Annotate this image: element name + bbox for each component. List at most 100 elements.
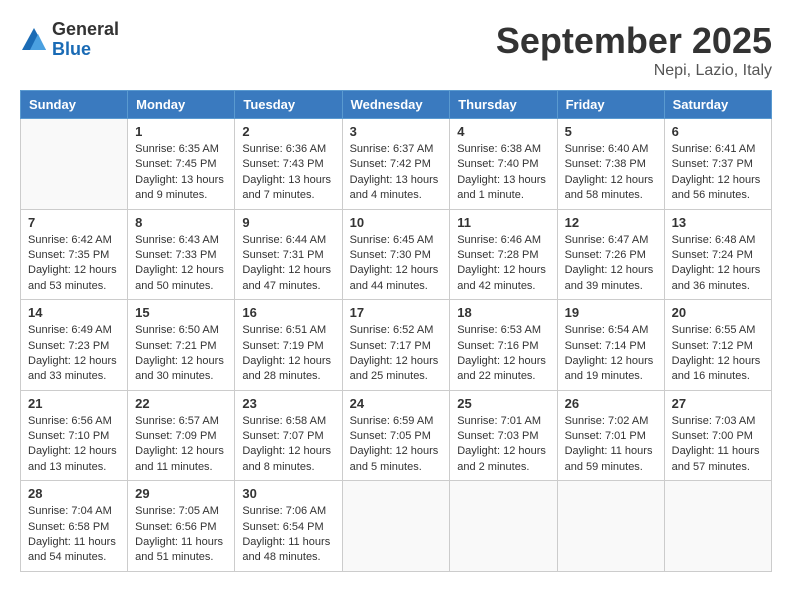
daylight-text: Daylight: 12 hours and 53 minutes.	[28, 263, 120, 294]
sunset-text: Sunset: 7:38 PM	[565, 157, 657, 172]
calendar-day-cell	[21, 119, 128, 210]
sunset-text: Sunset: 7:24 PM	[672, 248, 764, 263]
calendar-day-cell: 30 Sunrise: 7:06 AM Sunset: 6:54 PM Dayl…	[235, 481, 342, 572]
calendar-day-cell: 13 Sunrise: 6:48 AM Sunset: 7:24 PM Dayl…	[664, 209, 771, 300]
calendar-week-row: 28 Sunrise: 7:04 AM Sunset: 6:58 PM Dayl…	[21, 481, 772, 572]
location-title: Nepi, Lazio, Italy	[496, 62, 772, 80]
calendar-day-cell: 11 Sunrise: 6:46 AM Sunset: 7:28 PM Dayl…	[450, 209, 557, 300]
daylight-text: Daylight: 12 hours and 13 minutes.	[28, 444, 120, 475]
day-info: Sunrise: 6:54 AM Sunset: 7:14 PM Dayligh…	[565, 323, 657, 385]
calendar-day-cell: 24 Sunrise: 6:59 AM Sunset: 7:05 PM Dayl…	[342, 390, 450, 481]
sunset-text: Sunset: 7:05 PM	[350, 429, 443, 444]
sunset-text: Sunset: 7:23 PM	[28, 339, 120, 354]
day-info: Sunrise: 6:53 AM Sunset: 7:16 PM Dayligh…	[457, 323, 549, 385]
calendar-day-cell: 3 Sunrise: 6:37 AM Sunset: 7:42 PM Dayli…	[342, 119, 450, 210]
calendar-day-cell: 8 Sunrise: 6:43 AM Sunset: 7:33 PM Dayli…	[128, 209, 235, 300]
daylight-text: Daylight: 12 hours and 39 minutes.	[565, 263, 657, 294]
sunrise-text: Sunrise: 6:40 AM	[565, 142, 657, 157]
day-info: Sunrise: 6:36 AM Sunset: 7:43 PM Dayligh…	[242, 142, 334, 204]
day-info: Sunrise: 6:51 AM Sunset: 7:19 PM Dayligh…	[242, 323, 334, 385]
sunrise-text: Sunrise: 6:51 AM	[242, 323, 334, 338]
daylight-text: Daylight: 13 hours and 1 minute.	[457, 173, 549, 204]
calendar-day-cell: 22 Sunrise: 6:57 AM Sunset: 7:09 PM Dayl…	[128, 390, 235, 481]
sunset-text: Sunset: 6:56 PM	[135, 520, 227, 535]
sunrise-text: Sunrise: 6:38 AM	[457, 142, 549, 157]
sunrise-text: Sunrise: 6:53 AM	[457, 323, 549, 338]
calendar-day-cell	[557, 481, 664, 572]
daylight-text: Daylight: 11 hours and 57 minutes.	[672, 444, 764, 475]
logo: General Blue	[20, 20, 119, 60]
sunset-text: Sunset: 6:58 PM	[28, 520, 120, 535]
calendar-day-cell	[450, 481, 557, 572]
day-info: Sunrise: 6:48 AM Sunset: 7:24 PM Dayligh…	[672, 233, 764, 295]
day-info: Sunrise: 7:06 AM Sunset: 6:54 PM Dayligh…	[242, 504, 334, 566]
day-info: Sunrise: 6:43 AM Sunset: 7:33 PM Dayligh…	[135, 233, 227, 295]
sunset-text: Sunset: 7:00 PM	[672, 429, 764, 444]
daylight-text: Daylight: 11 hours and 54 minutes.	[28, 535, 120, 566]
sunset-text: Sunset: 7:31 PM	[242, 248, 334, 263]
weekday-header: Tuesday	[235, 91, 342, 119]
sunset-text: Sunset: 7:28 PM	[457, 248, 549, 263]
month-title: September 2025	[496, 20, 772, 62]
weekday-header: Monday	[128, 91, 235, 119]
daylight-text: Daylight: 11 hours and 51 minutes.	[135, 535, 227, 566]
day-info: Sunrise: 6:50 AM Sunset: 7:21 PM Dayligh…	[135, 323, 227, 385]
daylight-text: Daylight: 12 hours and 50 minutes.	[135, 263, 227, 294]
day-number: 3	[350, 124, 443, 139]
day-number: 14	[28, 305, 120, 320]
day-info: Sunrise: 6:57 AM Sunset: 7:09 PM Dayligh…	[135, 414, 227, 476]
sunrise-text: Sunrise: 6:57 AM	[135, 414, 227, 429]
day-number: 27	[672, 396, 764, 411]
day-number: 10	[350, 215, 443, 230]
calendar-day-cell: 29 Sunrise: 7:05 AM Sunset: 6:56 PM Dayl…	[128, 481, 235, 572]
sunset-text: Sunset: 7:37 PM	[672, 157, 764, 172]
daylight-text: Daylight: 12 hours and 25 minutes.	[350, 354, 443, 385]
day-info: Sunrise: 6:44 AM Sunset: 7:31 PM Dayligh…	[242, 233, 334, 295]
sunset-text: Sunset: 7:43 PM	[242, 157, 334, 172]
day-info: Sunrise: 6:59 AM Sunset: 7:05 PM Dayligh…	[350, 414, 443, 476]
sunset-text: Sunset: 7:19 PM	[242, 339, 334, 354]
day-info: Sunrise: 6:56 AM Sunset: 7:10 PM Dayligh…	[28, 414, 120, 476]
day-number: 24	[350, 396, 443, 411]
daylight-text: Daylight: 13 hours and 9 minutes.	[135, 173, 227, 204]
day-info: Sunrise: 6:38 AM Sunset: 7:40 PM Dayligh…	[457, 142, 549, 204]
weekday-header: Wednesday	[342, 91, 450, 119]
sunrise-text: Sunrise: 6:47 AM	[565, 233, 657, 248]
sunrise-text: Sunrise: 6:35 AM	[135, 142, 227, 157]
sunset-text: Sunset: 7:33 PM	[135, 248, 227, 263]
calendar-day-cell: 2 Sunrise: 6:36 AM Sunset: 7:43 PM Dayli…	[235, 119, 342, 210]
daylight-text: Daylight: 12 hours and 44 minutes.	[350, 263, 443, 294]
day-number: 23	[242, 396, 334, 411]
day-number: 15	[135, 305, 227, 320]
sunrise-text: Sunrise: 6:41 AM	[672, 142, 764, 157]
day-number: 12	[565, 215, 657, 230]
sunrise-text: Sunrise: 6:37 AM	[350, 142, 443, 157]
weekday-header: Saturday	[664, 91, 771, 119]
day-number: 4	[457, 124, 549, 139]
weekday-header: Friday	[557, 91, 664, 119]
sunset-text: Sunset: 7:01 PM	[565, 429, 657, 444]
sunset-text: Sunset: 7:26 PM	[565, 248, 657, 263]
sunset-text: Sunset: 6:54 PM	[242, 520, 334, 535]
day-info: Sunrise: 6:42 AM Sunset: 7:35 PM Dayligh…	[28, 233, 120, 295]
daylight-text: Daylight: 12 hours and 19 minutes.	[565, 354, 657, 385]
calendar-day-cell: 14 Sunrise: 6:49 AM Sunset: 7:23 PM Dayl…	[21, 300, 128, 391]
day-info: Sunrise: 6:49 AM Sunset: 7:23 PM Dayligh…	[28, 323, 120, 385]
day-number: 8	[135, 215, 227, 230]
daylight-text: Daylight: 12 hours and 42 minutes.	[457, 263, 549, 294]
daylight-text: Daylight: 12 hours and 33 minutes.	[28, 354, 120, 385]
day-number: 11	[457, 215, 549, 230]
sunrise-text: Sunrise: 6:46 AM	[457, 233, 549, 248]
calendar-day-cell: 25 Sunrise: 7:01 AM Sunset: 7:03 PM Dayl…	[450, 390, 557, 481]
month-title-area: September 2025 Nepi, Lazio, Italy	[496, 20, 772, 80]
logo-text: General Blue	[52, 20, 119, 60]
sunrise-text: Sunrise: 6:56 AM	[28, 414, 120, 429]
sunrise-text: Sunrise: 7:06 AM	[242, 504, 334, 519]
day-number: 29	[135, 486, 227, 501]
calendar-day-cell: 7 Sunrise: 6:42 AM Sunset: 7:35 PM Dayli…	[21, 209, 128, 300]
daylight-text: Daylight: 12 hours and 56 minutes.	[672, 173, 764, 204]
daylight-text: Daylight: 12 hours and 58 minutes.	[565, 173, 657, 204]
sunrise-text: Sunrise: 6:42 AM	[28, 233, 120, 248]
day-number: 17	[350, 305, 443, 320]
calendar-day-cell: 16 Sunrise: 6:51 AM Sunset: 7:19 PM Dayl…	[235, 300, 342, 391]
